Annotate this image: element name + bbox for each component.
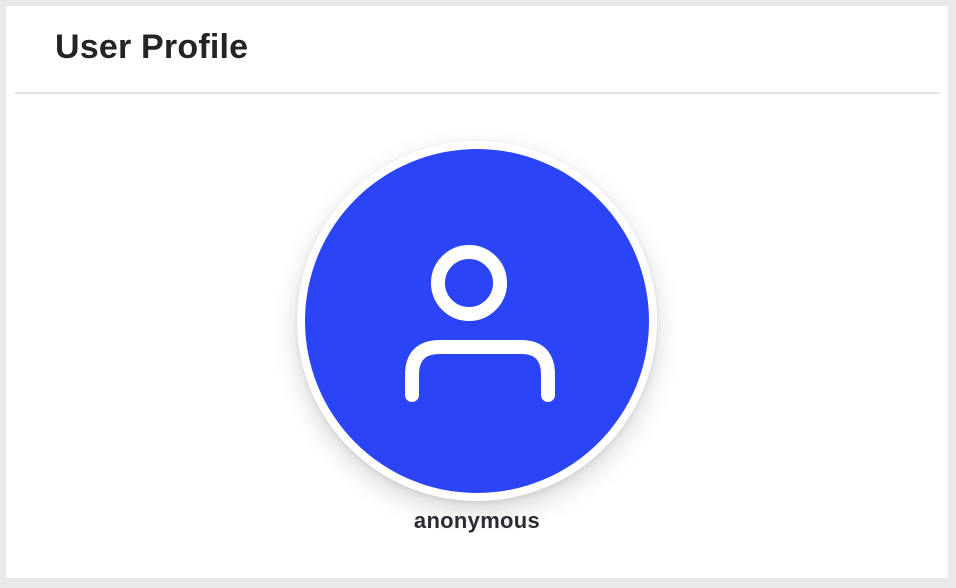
card-header: User Profile [15, 6, 940, 94]
page-title: User Profile [55, 28, 249, 66]
avatar-circle [305, 149, 649, 493]
user-icon [405, 245, 555, 402]
user-profile-card: User Profile anonymous [6, 6, 948, 578]
avatar [297, 141, 657, 501]
username-label: anonymous [413, 508, 541, 533]
